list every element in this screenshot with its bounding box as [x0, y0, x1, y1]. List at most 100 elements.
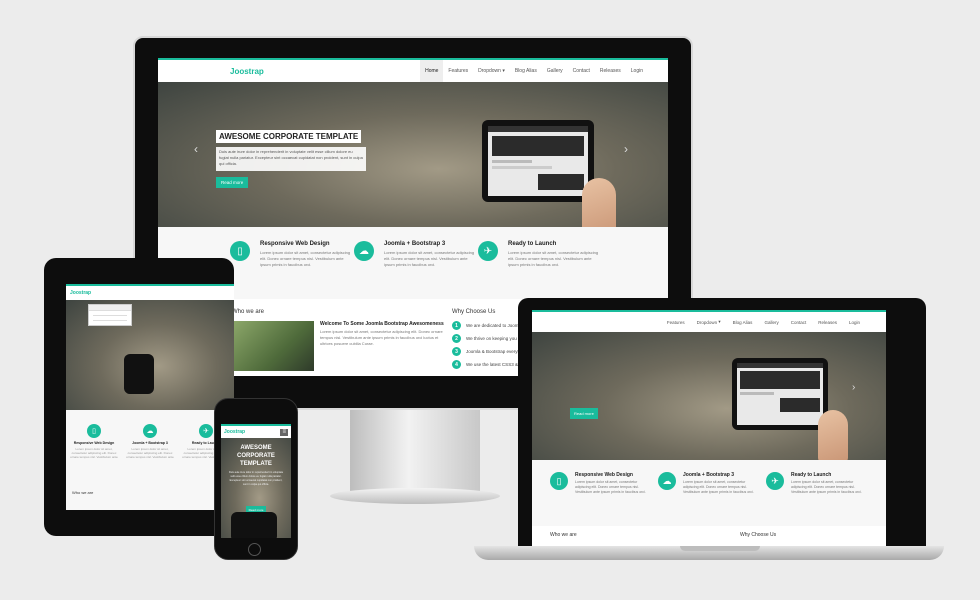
plane-icon: ✈ — [766, 472, 784, 490]
number-badge: 2 — [452, 334, 461, 343]
laptop-hero: Read more › — [532, 332, 886, 460]
feature-item: ✈ Ready to Launch Lorem ipsum dolor sit … — [478, 241, 602, 299]
why-heading: Why Choose Us — [740, 532, 777, 538]
nav-gallery[interactable]: Gallery — [542, 60, 568, 82]
nav-home[interactable]: Home — [420, 60, 444, 82]
hand-image — [582, 178, 616, 227]
imac-stand-neck — [350, 400, 480, 492]
slider-next-icon[interactable]: › — [624, 142, 628, 156]
slider-prev-icon[interactable]: ‹ — [194, 142, 198, 156]
feature-text: Lorem ipsum dolor sit amet, consectetur … — [126, 447, 174, 459]
phone-hero-device — [231, 512, 277, 538]
nav-dropdown[interactable]: Dropdown ▾ — [473, 60, 510, 82]
feature-text: Lorem ipsum dolor sit amet, consectetur … — [260, 250, 351, 267]
laptop-photo-image — [232, 321, 314, 371]
tablet-navbar: Joostrap — [66, 284, 234, 300]
cloud-upload-icon: ☁ — [354, 241, 374, 261]
features-section: ▯ Responsive Web Design Lorem ipsum dolo… — [158, 227, 668, 299]
feature-item: ✈ Ready to Launch Lorem ipsum dolor sit … — [766, 472, 874, 526]
feature-title: Joomla + Bootstrap 3 — [132, 441, 168, 445]
nav-features[interactable]: Features — [443, 60, 473, 82]
feature-title: Joomla + Bootstrap 3 — [384, 241, 446, 247]
phone-icon: ▯ — [550, 472, 568, 490]
phone-navbar: Joostrap ≡ — [221, 424, 291, 438]
feature-text: Lorem ipsum dolor sit amet, consectetur … — [70, 447, 118, 459]
feature-item: ▯ Responsive Web Design Lorem ipsum dolo… — [550, 472, 658, 526]
feature-title: Joomla + Bootstrap 3 — [683, 472, 734, 478]
laptop-features: ▯ Responsive Web Design Lorem ipsum dolo… — [532, 460, 886, 526]
feature-title: Responsive Web Design — [575, 472, 633, 478]
tablet-logo[interactable]: Joostrap — [70, 290, 91, 296]
phone-hero-title: AWESOME CORPORATE TEMPLATE — [237, 445, 275, 467]
who-we-are: Who we are Welcome To Some Joomla Bootst… — [232, 309, 448, 376]
feature-title: Ready to Launch — [791, 472, 832, 478]
laptop-navbar: Features Dropdown ▾ Blog Alias Gallery C… — [532, 310, 886, 332]
nav-features[interactable]: Features — [661, 312, 691, 332]
who-heading: Who we are — [550, 532, 577, 538]
laptop-trackpad-notch — [680, 546, 760, 551]
who-heading: Who we are — [232, 309, 265, 315]
laptop-screen: Features Dropdown ▾ Blog Alias Gallery C… — [532, 310, 886, 546]
feature-item: ▯ Responsive Web Design Lorem ipsum dolo… — [230, 241, 354, 299]
feature-text: Lorem ipsum dolor sit amet, consectetur … — [791, 480, 862, 494]
plane-icon: ✈ — [199, 424, 213, 438]
cloud-upload-icon: ☁ — [143, 424, 157, 438]
nav-login[interactable]: Login — [626, 60, 648, 82]
nav-releases[interactable]: Releases — [812, 312, 843, 332]
phone-home-button[interactable] — [248, 543, 261, 556]
number-badge: 4 — [452, 360, 461, 369]
plane-icon: ✈ — [478, 241, 498, 261]
hero-description: Duis aute irure dolor in reprehenderit i… — [216, 147, 366, 171]
nav-dropdown-label: Dropdown — [696, 319, 718, 325]
article-title[interactable]: Welcome To Some Joomla Bootstrap Awesome… — [320, 321, 448, 327]
laptop-nav-menu: Features Dropdown ▾ Blog Alias Gallery C… — [661, 312, 866, 332]
site-navbar: Joostrap Home Features Dropdown ▾ Blog A… — [158, 58, 668, 82]
laptop-hero-tablet-image — [732, 358, 828, 430]
chevron-down-icon: ▾ — [502, 68, 505, 74]
hero-tablet-image — [482, 120, 594, 202]
hand-image — [818, 410, 848, 460]
phone-logo[interactable]: Joostrap — [224, 429, 245, 435]
nav-menu: Home Features Dropdown ▾ Blog Alias Gall… — [420, 60, 648, 82]
feature-text: Lorem ipsum dolor sit amet, consectetur … — [384, 250, 475, 267]
feature-title: Ready to Launch — [508, 241, 557, 247]
tablet-features: ▯ Responsive Web Design Lorem ipsum dolo… — [66, 410, 234, 510]
site-logo[interactable]: Joostrap — [230, 67, 264, 76]
laptop-read-more-button[interactable]: Read more — [570, 408, 598, 419]
nav-login[interactable]: Login — [843, 312, 866, 332]
nav-dropdown[interactable]: Dropdown ▾ — [691, 312, 727, 332]
phone-icon: ▯ — [230, 241, 250, 261]
number-badge: 1 — [452, 321, 461, 330]
hero-read-more-button[interactable]: Read more — [216, 177, 249, 188]
feature-item: ☁ Joomla + Bootstrap 3 Lorem ipsum dolor… — [658, 472, 766, 526]
nav-dropdown-label: Dropdown — [478, 68, 501, 74]
tablet-screen: Joostrap ▯ Responsive Web Design Lorem i… — [66, 284, 234, 510]
imac-stand-base — [330, 488, 500, 504]
phone-hero: AWESOME CORPORATE TEMPLATE Duis aute iru… — [221, 438, 291, 538]
nav-releases[interactable]: Releases — [595, 60, 626, 82]
nav-gallery[interactable]: Gallery — [758, 312, 784, 332]
tablet-hero-device — [124, 354, 154, 394]
menu-icon[interactable]: ≡ — [280, 428, 288, 436]
article-text: Lorem ipsum dolor sit amet, consectetur … — [320, 329, 443, 346]
slider-next-icon[interactable]: › — [852, 382, 855, 393]
tablet-hero — [66, 300, 234, 410]
chevron-down-icon: ▾ — [718, 319, 721, 324]
laptop-lower: Who we are Why Choose Us — [532, 526, 886, 546]
tablet-who-heading: Who we are — [72, 490, 94, 495]
nav-contact[interactable]: Contact — [785, 312, 813, 332]
phone-hero-description: Duis aute irure dolor in reprehenderit i… — [228, 471, 284, 486]
feature-text: Lorem ipsum dolor sit amet, consectetur … — [575, 480, 646, 494]
phone-screen: Joostrap ≡ AWESOME CORPORATE TEMPLATE Du… — [221, 424, 291, 538]
nav-contact[interactable]: Contact — [568, 60, 595, 82]
hero-title: AWESOME CORPORATE TEMPLATE — [216, 130, 362, 143]
feature-item: ☁ Joomla + Bootstrap 3 Lorem ipsum dolor… — [354, 241, 478, 299]
phone-icon: ▯ — [87, 424, 101, 438]
number-badge: 3 — [452, 347, 461, 356]
feature-text: Lorem ipsum dolor sit amet, consectetur … — [683, 480, 754, 494]
nav-blog[interactable]: Blog Alias — [510, 60, 542, 82]
tablet-dropdown-menu — [88, 304, 132, 326]
nav-blog[interactable]: Blog Alias — [727, 312, 759, 332]
feature-text: Lorem ipsum dolor sit amet, consectetur … — [508, 250, 599, 267]
feature-title: Responsive Web Design — [260, 241, 330, 247]
